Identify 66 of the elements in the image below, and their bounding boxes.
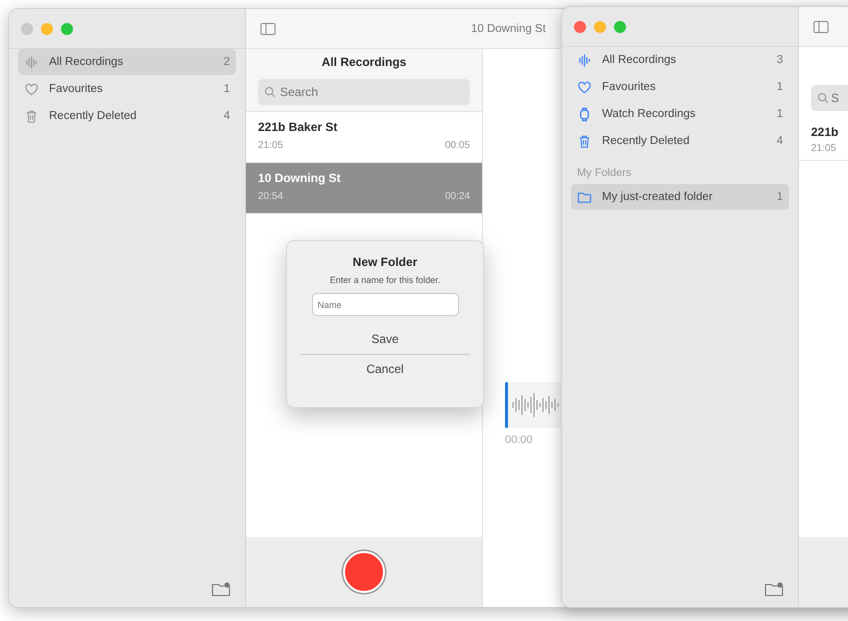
close-button[interactable]: [21, 22, 33, 34]
window-title: 10 Downing St: [471, 22, 546, 34]
item-label: Watch Recordings: [602, 108, 697, 120]
sidebar-item[interactable]: All Recordings 2: [18, 49, 236, 75]
name-field[interactable]: Name: [312, 293, 458, 316]
close-button[interactable]: [574, 20, 586, 32]
zoom-button[interactable]: [614, 20, 626, 32]
waveform-icon: [24, 54, 39, 70]
recording-time: 21:05: [258, 140, 284, 151]
item-count: 1: [776, 108, 783, 120]
playhead[interactable]: [505, 382, 508, 428]
recording-duration: 00:24: [444, 191, 470, 202]
zoom-button[interactable]: [61, 22, 73, 34]
item-label: Favourites: [602, 81, 657, 93]
search-icon: [264, 86, 276, 98]
search-field[interactable]: Search: [258, 79, 470, 105]
heart-icon: [24, 82, 39, 96]
item-count: 4: [776, 135, 783, 147]
recording-time: 21:05: [811, 143, 838, 154]
dialog-title: New Folder: [352, 255, 418, 269]
trash-icon: [577, 134, 592, 148]
dialog-message: Enter a name for this folder.: [330, 275, 440, 285]
new-folder-icon[interactable]: [211, 581, 231, 597]
minimize-button[interactable]: [594, 20, 606, 32]
sidebar-item[interactable]: Watch Recordings 1: [571, 101, 789, 127]
trash-icon: [24, 108, 39, 124]
recording-title: 10 Downing St: [258, 171, 342, 185]
item-count: 1: [224, 83, 230, 95]
recording-title: 221b Baker St: [258, 120, 338, 134]
save-button[interactable]: Save: [357, 328, 413, 350]
item-count: 2: [224, 56, 230, 68]
item-label: Favourites: [49, 83, 104, 95]
folder-item[interactable]: My just-created folder 1: [571, 184, 789, 210]
item-label: Recently Deleted: [602, 135, 691, 147]
folder-icon: [577, 190, 592, 204]
watch-icon: [577, 106, 592, 122]
recording-duration: 00:05: [444, 140, 470, 151]
minimize-button[interactable]: [41, 22, 53, 34]
item-count: 1: [776, 81, 783, 93]
new-folder-icon[interactable]: [764, 581, 784, 597]
recording-title: 221b: [811, 125, 840, 139]
item-label: Recently Deleted: [49, 110, 138, 122]
item-label: All Recordings: [602, 54, 678, 66]
cancel-button[interactable]: Cancel: [352, 358, 418, 380]
item-count: 4: [224, 110, 230, 122]
item-count: 3: [776, 54, 783, 66]
item-count: 1: [776, 191, 783, 203]
sidebar-item[interactable]: All Recordings 3: [571, 47, 789, 73]
sidebar-toggle-icon[interactable]: [260, 22, 276, 36]
sidebar-toggle-icon[interactable]: [813, 20, 829, 34]
item-label: All Recordings: [49, 56, 124, 68]
heart-icon: [577, 80, 592, 94]
record-button[interactable]: [343, 551, 385, 593]
sidebar-item[interactable]: Favourites 1: [18, 76, 236, 102]
playhead-time: 00:00: [505, 434, 534, 446]
sidebar-item[interactable]: Favourites 1: [571, 74, 789, 100]
search-field[interactable]: S: [811, 85, 848, 111]
waveform-icon: [577, 52, 592, 68]
section-heading: My Folders: [576, 166, 632, 181]
sidebar-item[interactable]: Recently Deleted 4: [571, 128, 789, 154]
waveform-drawing: [511, 390, 561, 420]
search-icon: [817, 92, 829, 104]
item-label: My just-created folder: [602, 191, 714, 203]
list-heading: All Recordings: [320, 54, 408, 71]
sidebar-item[interactable]: Recently Deleted 4: [18, 103, 236, 129]
recording-time: 20:54: [258, 191, 284, 202]
